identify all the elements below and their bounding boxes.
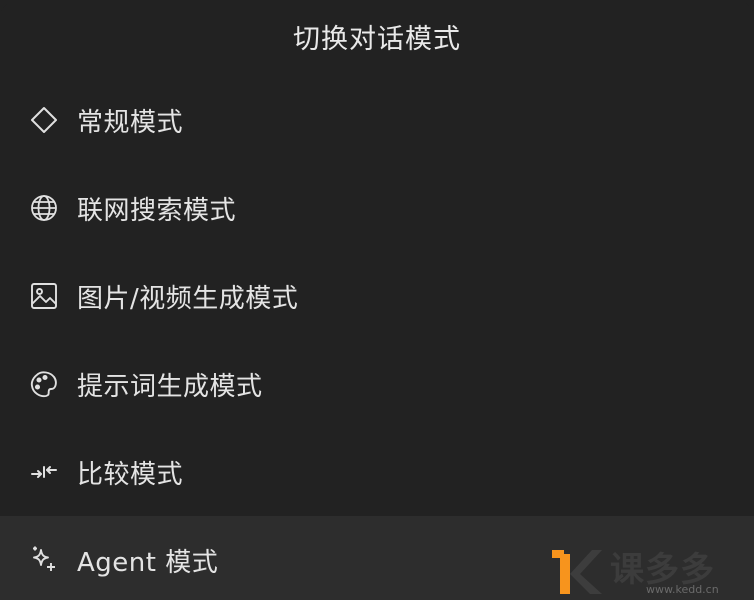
mode-item-label: Agent 模式 — [77, 547, 219, 578]
palette-icon — [28, 368, 60, 400]
panel-title: 切换对话模式 — [293, 23, 461, 55]
diamond-icon — [28, 104, 60, 136]
watermark: 课多多 www.kedd.cn — [550, 544, 750, 596]
mode-item-label: 比较模式 — [77, 459, 184, 490]
mode-item-label: 提示词生成模式 — [77, 371, 263, 402]
watermark-url: www.kedd.cn — [646, 583, 719, 596]
mode-item-prompt-gen[interactable]: 提示词生成模式 — [0, 340, 754, 428]
globe-icon — [28, 192, 60, 224]
mode-menu: 常规模式 联网搜索模式 图片/视频生成模式 提示词生成模式 比较模式 Agent… — [0, 76, 754, 600]
compare-arrows-icon — [28, 456, 60, 488]
mode-item-label: 图片/视频生成模式 — [77, 283, 299, 314]
mode-item-web-search[interactable]: 联网搜索模式 — [0, 164, 754, 252]
mode-item-label: 常规模式 — [77, 107, 184, 138]
sparkles-icon — [28, 544, 60, 576]
mode-item-compare[interactable]: 比较模式 — [0, 428, 754, 516]
mode-item-image-video[interactable]: 图片/视频生成模式 — [0, 252, 754, 340]
mode-item-normal[interactable]: 常规模式 — [0, 76, 754, 164]
mode-item-label: 联网搜索模式 — [77, 195, 237, 226]
mode-switch-panel: 切换对话模式 常规模式 联网搜索模式 图片/视频生成模式 提示词生成模式 比较模… — [0, 0, 754, 600]
image-icon — [28, 280, 60, 312]
kedd-logo-icon — [550, 544, 606, 596]
